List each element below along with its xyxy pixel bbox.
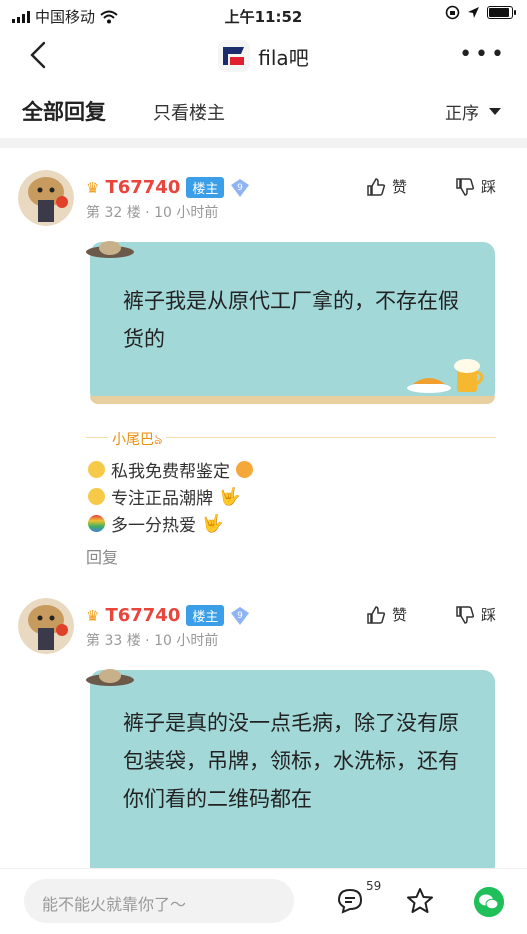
like-button[interactable]: 赞 bbox=[366, 604, 407, 625]
divider bbox=[0, 138, 527, 148]
username[interactable]: T67740 bbox=[105, 177, 180, 198]
reply-link[interactable]: 回复 bbox=[86, 544, 118, 568]
more-button[interactable]: ••• bbox=[459, 42, 507, 67]
username[interactable]: T67740 bbox=[105, 605, 180, 626]
beer-snack-icon bbox=[407, 359, 484, 393]
comment-count: 59 bbox=[366, 879, 382, 893]
level-value: 9 bbox=[238, 183, 244, 193]
bubble-bottom-stripe bbox=[90, 396, 495, 404]
post-floor-32: ♛ T67740 楼主 9 第 32 楼 · 10 小时前 赞 踩 裤子我是从原… bbox=[0, 148, 527, 578]
like-label: 赞 bbox=[392, 606, 408, 624]
dislike-button[interactable]: 踩 bbox=[455, 176, 496, 197]
crown-icon: ♛ bbox=[86, 606, 100, 625]
like-button[interactable]: 赞 bbox=[366, 176, 407, 197]
tab-all-replies[interactable]: 全部回复 bbox=[22, 96, 106, 126]
star-icon[interactable] bbox=[406, 887, 434, 915]
avatar[interactable] bbox=[18, 598, 74, 654]
tail-line-1: 私我免费帮鉴定 bbox=[88, 457, 253, 482]
tail-text: 多一分热爱 bbox=[111, 516, 196, 536]
fila-logo-icon bbox=[218, 40, 251, 72]
smile-emoji-icon bbox=[88, 488, 105, 505]
dislike-button[interactable]: 踩 bbox=[455, 604, 496, 625]
yum-emoji-icon bbox=[236, 461, 253, 478]
tail-line-2: 专注正品潮牌 🤟 bbox=[88, 484, 240, 509]
status-bar: 中国移动 上午11:52 bbox=[0, 0, 527, 30]
sort-dropdown[interactable]: 正序 bbox=[445, 99, 501, 124]
dislike-label: 踩 bbox=[481, 178, 497, 196]
rock-hand-icon: 🤟 bbox=[219, 486, 241, 507]
ufo-icon bbox=[86, 241, 134, 258]
like-label: 赞 bbox=[392, 178, 408, 196]
level-badge-icon: 9 bbox=[231, 178, 250, 197]
chevron-down-icon bbox=[489, 108, 501, 115]
op-badge: 楼主 bbox=[186, 605, 225, 626]
tab-bar: 全部回复 只看楼主 正序 bbox=[0, 86, 527, 136]
level-badge-icon: 9 bbox=[231, 606, 250, 625]
thumbs-down-icon bbox=[456, 605, 475, 624]
floor-number: 第 33 楼 bbox=[86, 633, 141, 649]
nav-bar: fila吧 ••• bbox=[0, 30, 527, 80]
flame-icon: ঌ bbox=[154, 432, 163, 448]
sort-label: 正序 bbox=[445, 104, 479, 124]
ufo-icon bbox=[86, 669, 134, 686]
post-floor-33: ♛ T67740 楼主 9 第 33 楼 · 10 小时前 赞 踩 裤子是真的没… bbox=[0, 578, 527, 880]
op-badge: 楼主 bbox=[186, 177, 225, 198]
page-title: fila吧 bbox=[258, 45, 309, 70]
floor-number: 第 32 楼 bbox=[86, 205, 141, 221]
meta-separator: · bbox=[145, 205, 155, 221]
battery-icon bbox=[487, 6, 516, 19]
dislike-label: 踩 bbox=[481, 606, 497, 624]
comment-icon[interactable] bbox=[336, 887, 364, 915]
tail-text: 专注正品潮牌 bbox=[111, 489, 213, 509]
reply-input-placeholder: 能不能火就靠你了～ bbox=[42, 895, 187, 914]
smile-emoji-icon bbox=[88, 461, 105, 478]
reply-input[interactable]: 能不能火就靠你了～ bbox=[24, 879, 294, 923]
post-bubble: 裤子是真的没一点毛病，除了没有原包装袋，吊牌，领标，水洗标，还有你们看的二维码都… bbox=[90, 670, 495, 880]
thumbs-down-icon bbox=[456, 177, 475, 196]
post-time: 10 小时前 bbox=[154, 633, 219, 649]
level-value: 9 bbox=[238, 611, 244, 621]
rainbow-icon bbox=[88, 515, 105, 532]
crown-icon: ♛ bbox=[86, 178, 100, 197]
rotation-lock-icon bbox=[445, 5, 460, 20]
location-icon bbox=[468, 7, 479, 18]
post-content: 裤子是真的没一点毛病，除了没有原包装袋，吊牌，领标，水洗标，还有你们看的二维码都… bbox=[123, 711, 459, 811]
post-content: 裤子我是从原代工厂拿的，不存在假货的 bbox=[123, 289, 459, 351]
post-time: 10 小时前 bbox=[154, 205, 219, 221]
meta-separator: · bbox=[145, 633, 155, 649]
rock-hand-icon: 🤟 bbox=[202, 513, 224, 534]
bottom-bar: 能不能火就靠你了～ 59 bbox=[0, 868, 527, 934]
thumbs-up-icon bbox=[367, 177, 386, 196]
tail-label: 小尾巴 bbox=[112, 432, 154, 448]
thumbs-up-icon bbox=[367, 605, 386, 624]
tail-line-3: 多一分热爱 🤟 bbox=[88, 511, 223, 536]
post-bubble: 裤子我是从原代工厂拿的，不存在假货的 bbox=[90, 242, 495, 404]
avatar[interactable] bbox=[18, 170, 74, 226]
tab-op-only[interactable]: 只看楼主 bbox=[153, 99, 225, 125]
tail-text: 私我免费帮鉴定 bbox=[111, 462, 230, 482]
wechat-share-icon[interactable] bbox=[474, 887, 504, 917]
